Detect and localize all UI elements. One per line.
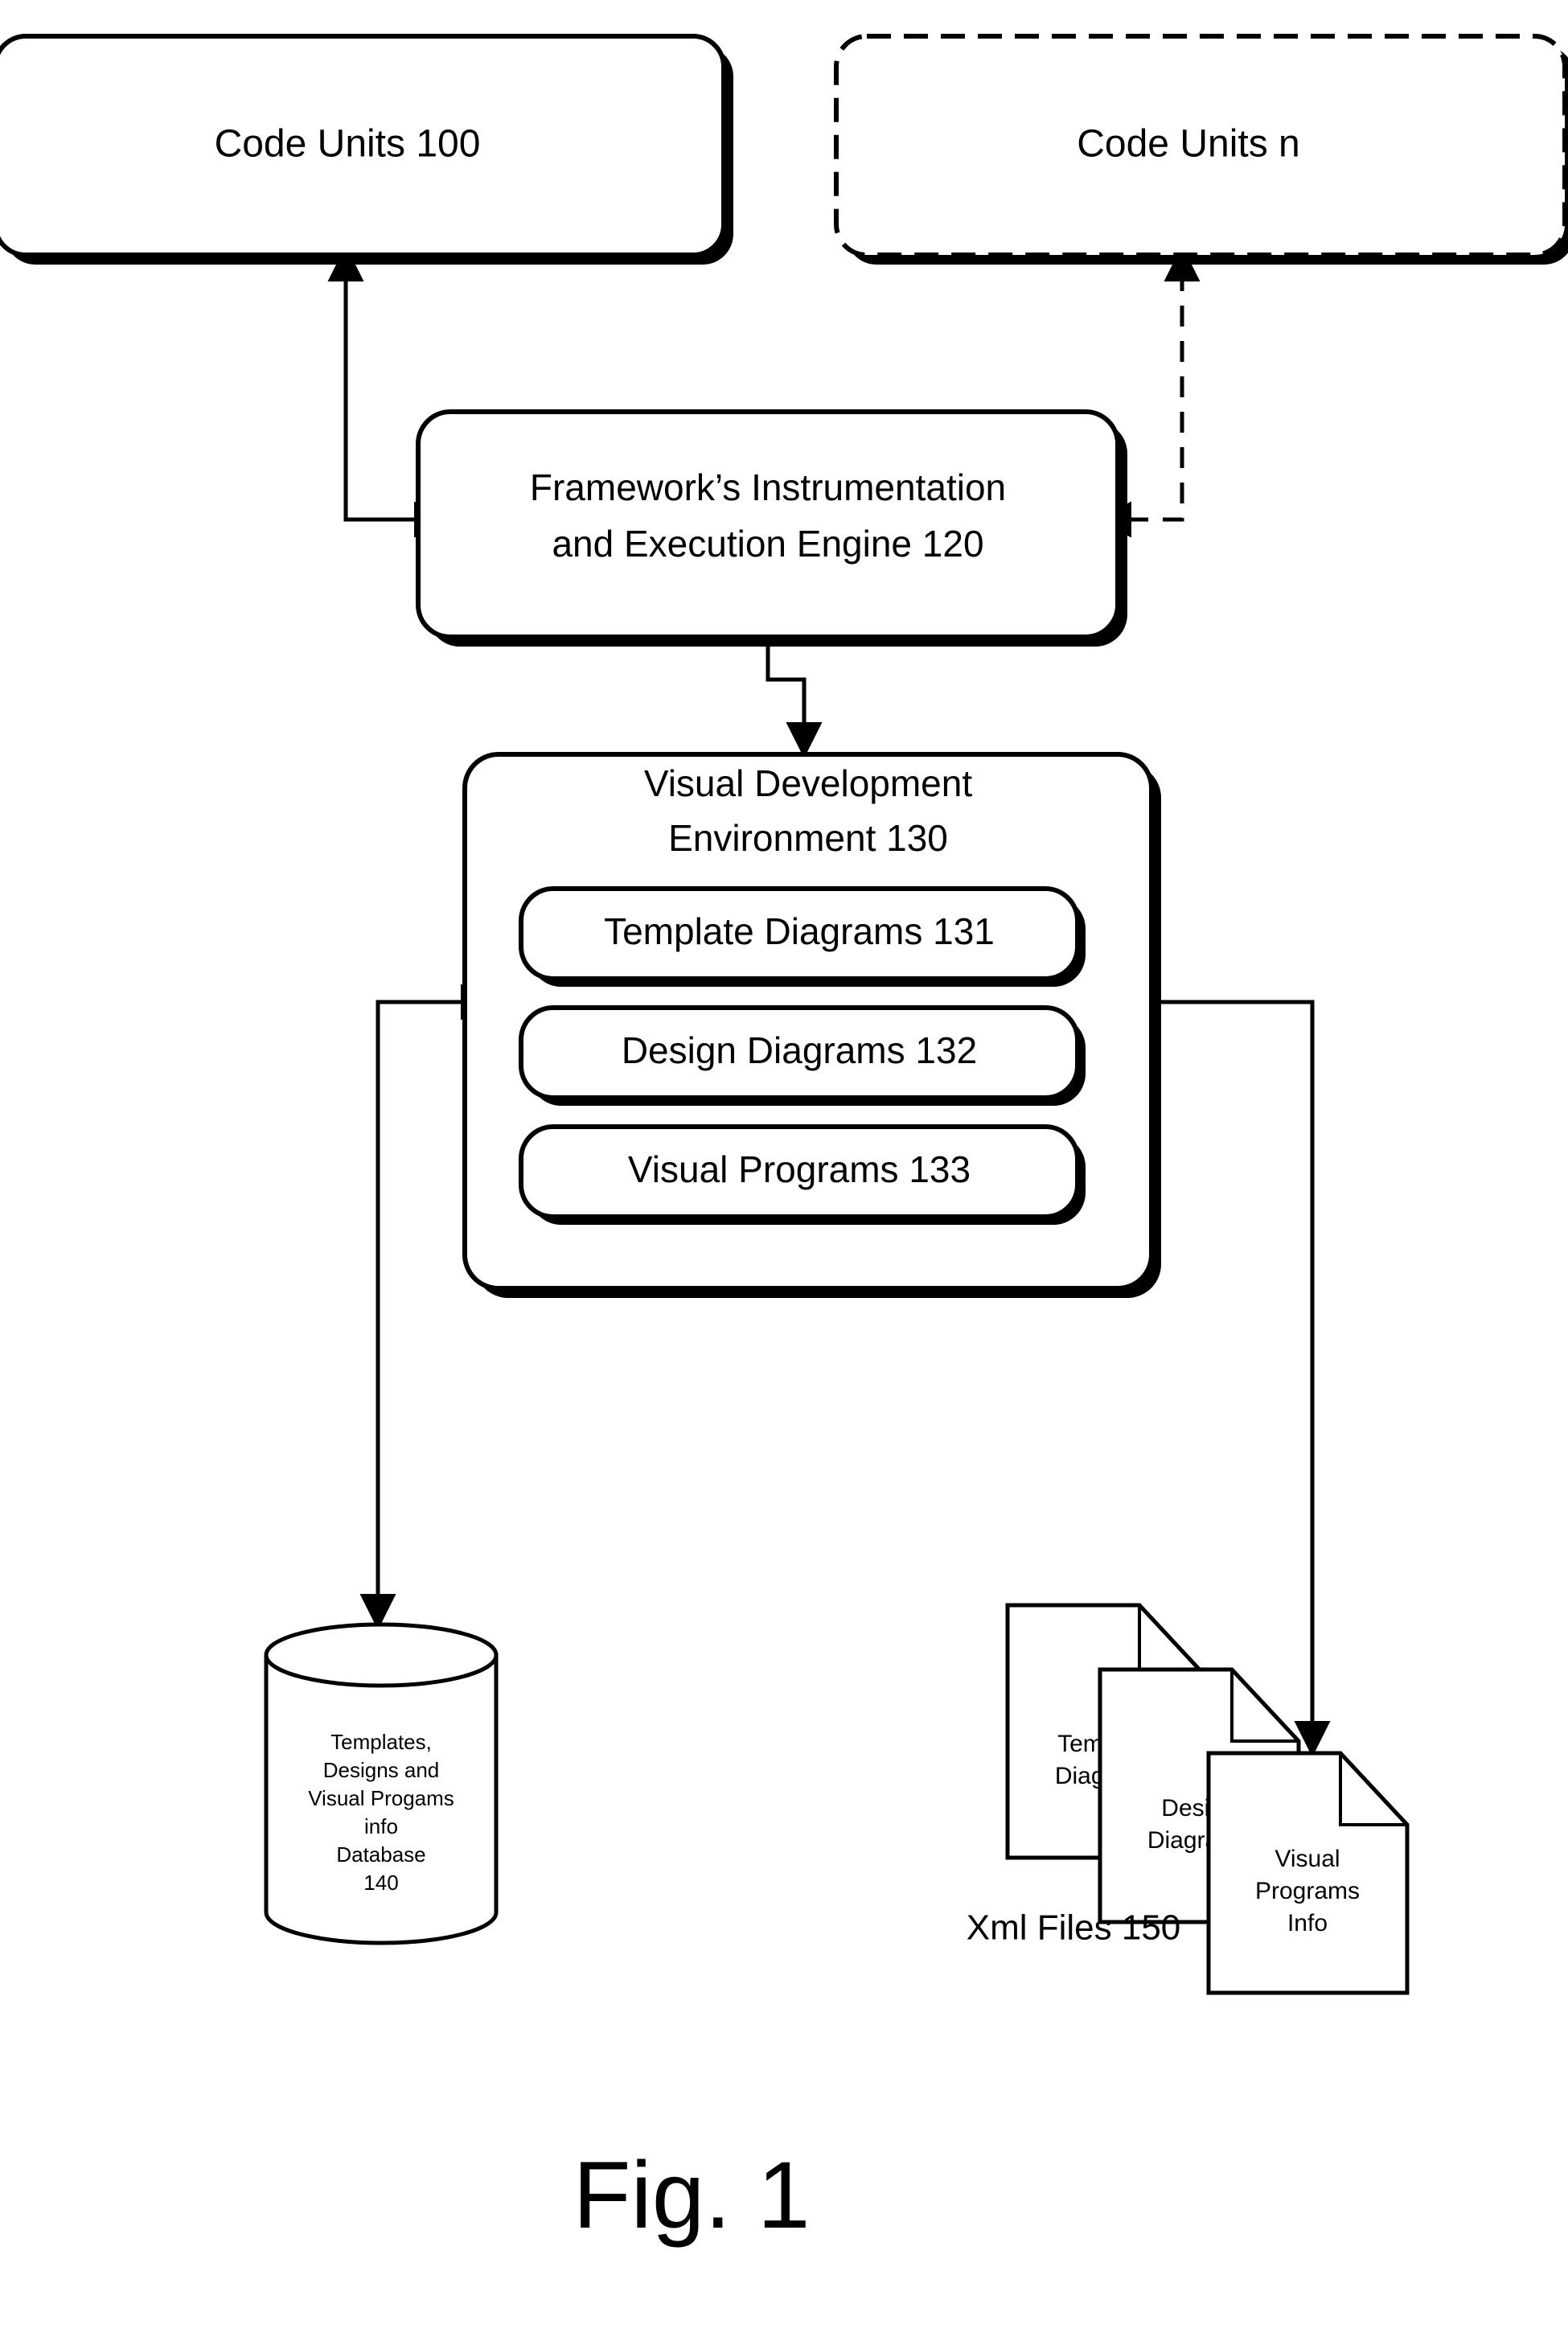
group-xml-files: Template Diagrams Design Diagrams Visual…: [967, 1603, 1410, 1995]
framework-engine-label-line1: Framework’s Instrumentation: [530, 466, 1006, 508]
xml-doc-3-line-1: Visual: [1275, 1846, 1340, 1872]
xml-doc-3-line-2: Programs: [1255, 1878, 1360, 1904]
figure-page: Code Units 100 Code Units n Framework’s …: [0, 0, 1568, 2337]
database-line-4: info: [364, 1814, 398, 1838]
node-xml-doc-visual-programs-info[interactable]: Visual Programs Info: [1206, 1751, 1410, 1995]
connector-vde-database: [359, 984, 497, 1630]
xml-files-caption: Xml Files 150: [967, 1908, 1181, 1948]
database-line-3: Visual Progams: [308, 1786, 454, 1810]
framework-engine-label-line2: and Execution Engine 120: [552, 523, 983, 565]
xml-doc-3-line-3: Info: [1287, 1910, 1328, 1937]
design-diagrams-label: Design Diagrams 132: [622, 1029, 977, 1071]
node-database-cylinder[interactable]: Templates, Designs and Visual Progams in…: [264, 1622, 499, 1945]
node-code-units-100[interactable]: Code Units 100: [0, 34, 733, 265]
connector-framework-code-units-n: [1095, 245, 1201, 538]
connector-framework-code-units-100: [327, 245, 450, 538]
visual-programs-label: Visual Programs 133: [628, 1148, 971, 1190]
database-line-6: 140: [363, 1871, 398, 1895]
node-visual-development-environment[interactable]: Visual Development Environment 130 Templ…: [462, 752, 1161, 1298]
figure-caption: Fig. 1: [573, 2142, 810, 2249]
database-line-5: Database: [336, 1842, 425, 1867]
diagram-canvas: Code Units 100 Code Units n Framework’s …: [0, 34, 1568, 2249]
template-diagrams-label: Template Diagrams 131: [604, 910, 995, 952]
connector-framework-vde: [749, 603, 823, 758]
vde-label-line2: Environment 130: [668, 817, 948, 859]
node-code-units-n[interactable]: Code Units n: [834, 34, 1568, 265]
node-design-diagrams[interactable]: Design Diagrams 132: [519, 1005, 1086, 1106]
database-line-1: Templates,: [330, 1730, 432, 1754]
node-template-diagrams[interactable]: Template Diagrams 131: [519, 886, 1086, 987]
database-line-2: Designs and: [323, 1758, 440, 1782]
vde-label-line1: Visual Development: [644, 762, 972, 804]
code-units-n-label: Code Units n: [1077, 123, 1299, 166]
node-visual-programs[interactable]: Visual Programs 133: [519, 1124, 1086, 1225]
code-units-100-label: Code Units 100: [215, 123, 481, 166]
node-framework-engine[interactable]: Framework’s Instrumentation and Executio…: [416, 409, 1127, 647]
